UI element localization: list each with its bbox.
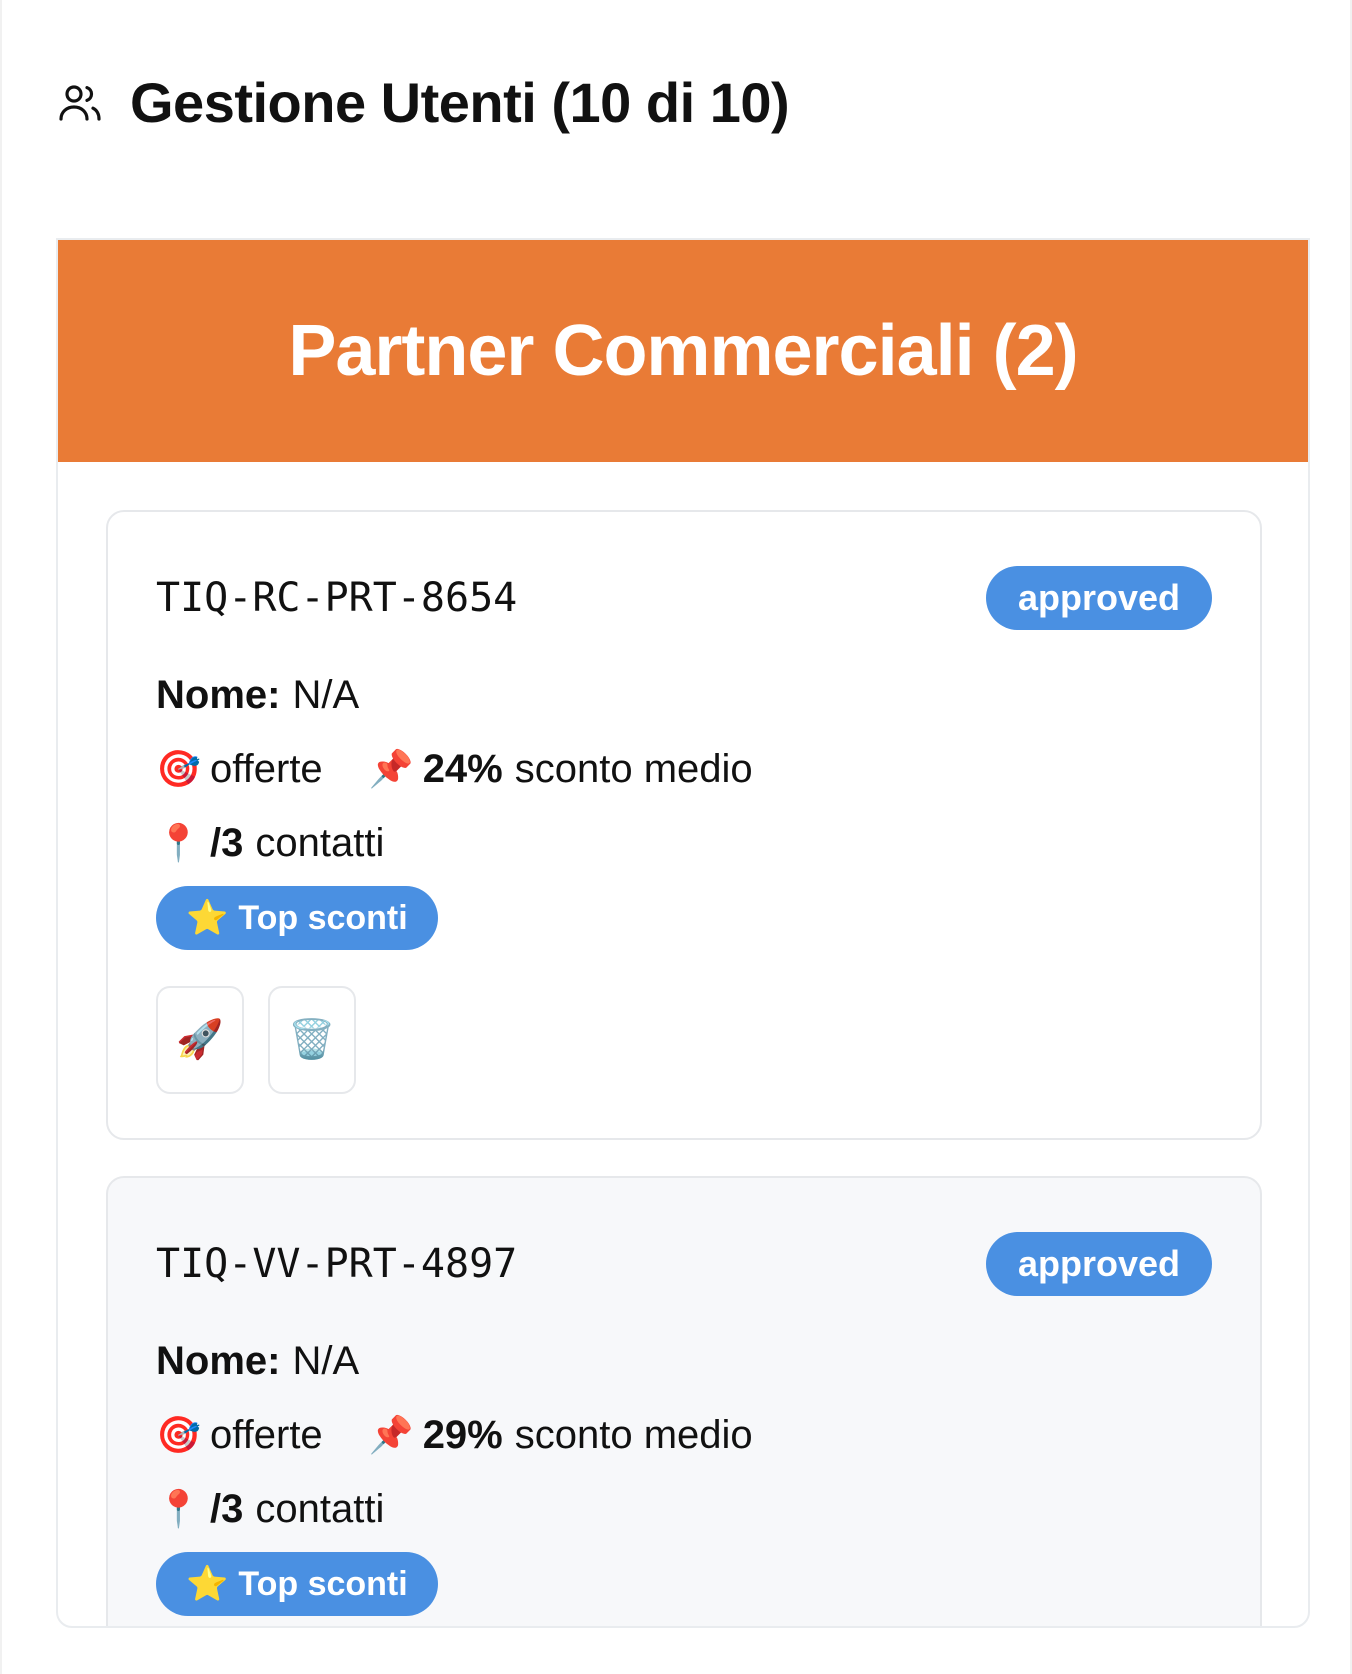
name-row: Nome: N/A (156, 1334, 1212, 1388)
pushpin-icon: 📌 (368, 1414, 414, 1455)
pin-icon: 📍 (156, 1488, 201, 1529)
promote-button[interactable]: 🚀 (156, 986, 244, 1094)
rocket-icon: 🚀 (176, 1019, 224, 1061)
discount-label: sconto medio (514, 746, 753, 791)
status-badge: approved (985, 1232, 1212, 1296)
discount-value: 24% (422, 746, 503, 791)
name-value: N/A (292, 672, 360, 717)
name-value: N/A (292, 1338, 360, 1383)
offers-label: offerte (210, 1412, 323, 1457)
trash-icon: 🗑️ (288, 1019, 336, 1061)
name-row: Nome: N/A (156, 668, 1212, 722)
partner-code: TIQ-VV-PRT-4897 (156, 1241, 518, 1287)
users-icon (59, 84, 101, 121)
discount-label: sconto medio (514, 1412, 753, 1457)
section-header: Partner Commerciali (2) (58, 240, 1308, 462)
contacts-value: /3 (210, 1486, 244, 1531)
card-actions: 🚀 🗑️ (156, 986, 1212, 1094)
star-icon: ⭐ (186, 1565, 229, 1603)
pushpin-icon: 📌 (368, 748, 414, 789)
offers-label: offerte (210, 746, 323, 791)
partners-section: Partner Commerciali (2) TIQ-RC-PRT-8654 … (56, 238, 1310, 1628)
pin-icon: 📍 (156, 822, 201, 863)
partner-code: TIQ-RC-PRT-8654 (156, 575, 518, 621)
status-badge: approved (985, 566, 1212, 630)
contacts-value: /3 (210, 820, 244, 865)
contacts-row: 📍 /3 contatti (156, 1482, 1212, 1536)
contacts-label: contatti (255, 1486, 385, 1531)
delete-button[interactable]: 🗑️ (268, 986, 356, 1094)
contacts-label: contatti (255, 820, 385, 865)
star-icon: ⭐ (186, 899, 229, 937)
partner-card: TIQ-RC-PRT-8654 approved Nome: N/A 🎯 off… (106, 510, 1262, 1140)
partner-card: TIQ-VV-PRT-4897 approved Nome: N/A 🎯 off… (106, 1176, 1262, 1626)
discount-value: 29% (422, 1412, 503, 1457)
tag-label: Top sconti (238, 1564, 408, 1603)
target-icon: 🎯 (156, 1414, 201, 1455)
name-label: Nome: (156, 1338, 281, 1383)
page: Gestione Utenti (10 di 10) Partner Comme… (0, 0, 1352, 1674)
target-icon: 🎯 (156, 748, 201, 789)
top-discount-tag: ⭐ Top sconti (156, 886, 438, 950)
card-top: TIQ-RC-PRT-8654 approved (156, 566, 1212, 630)
tag-label: Top sconti (238, 898, 408, 937)
page-header: Gestione Utenti (10 di 10) (56, 70, 790, 135)
card-top: TIQ-VV-PRT-4897 approved (156, 1232, 1212, 1296)
stats-row: 🎯 offerte 📌 29% sconto medio (156, 1408, 1212, 1462)
contacts-row: 📍 /3 contatti (156, 816, 1212, 870)
top-discount-tag: ⭐ Top sconti (156, 1552, 438, 1616)
page-title: Gestione Utenti (10 di 10) (130, 71, 790, 134)
section-title: Partner Commerciali (2) (288, 311, 1078, 391)
name-label: Nome: (156, 672, 281, 717)
stats-row: 🎯 offerte 📌 24% sconto medio (156, 742, 1212, 796)
